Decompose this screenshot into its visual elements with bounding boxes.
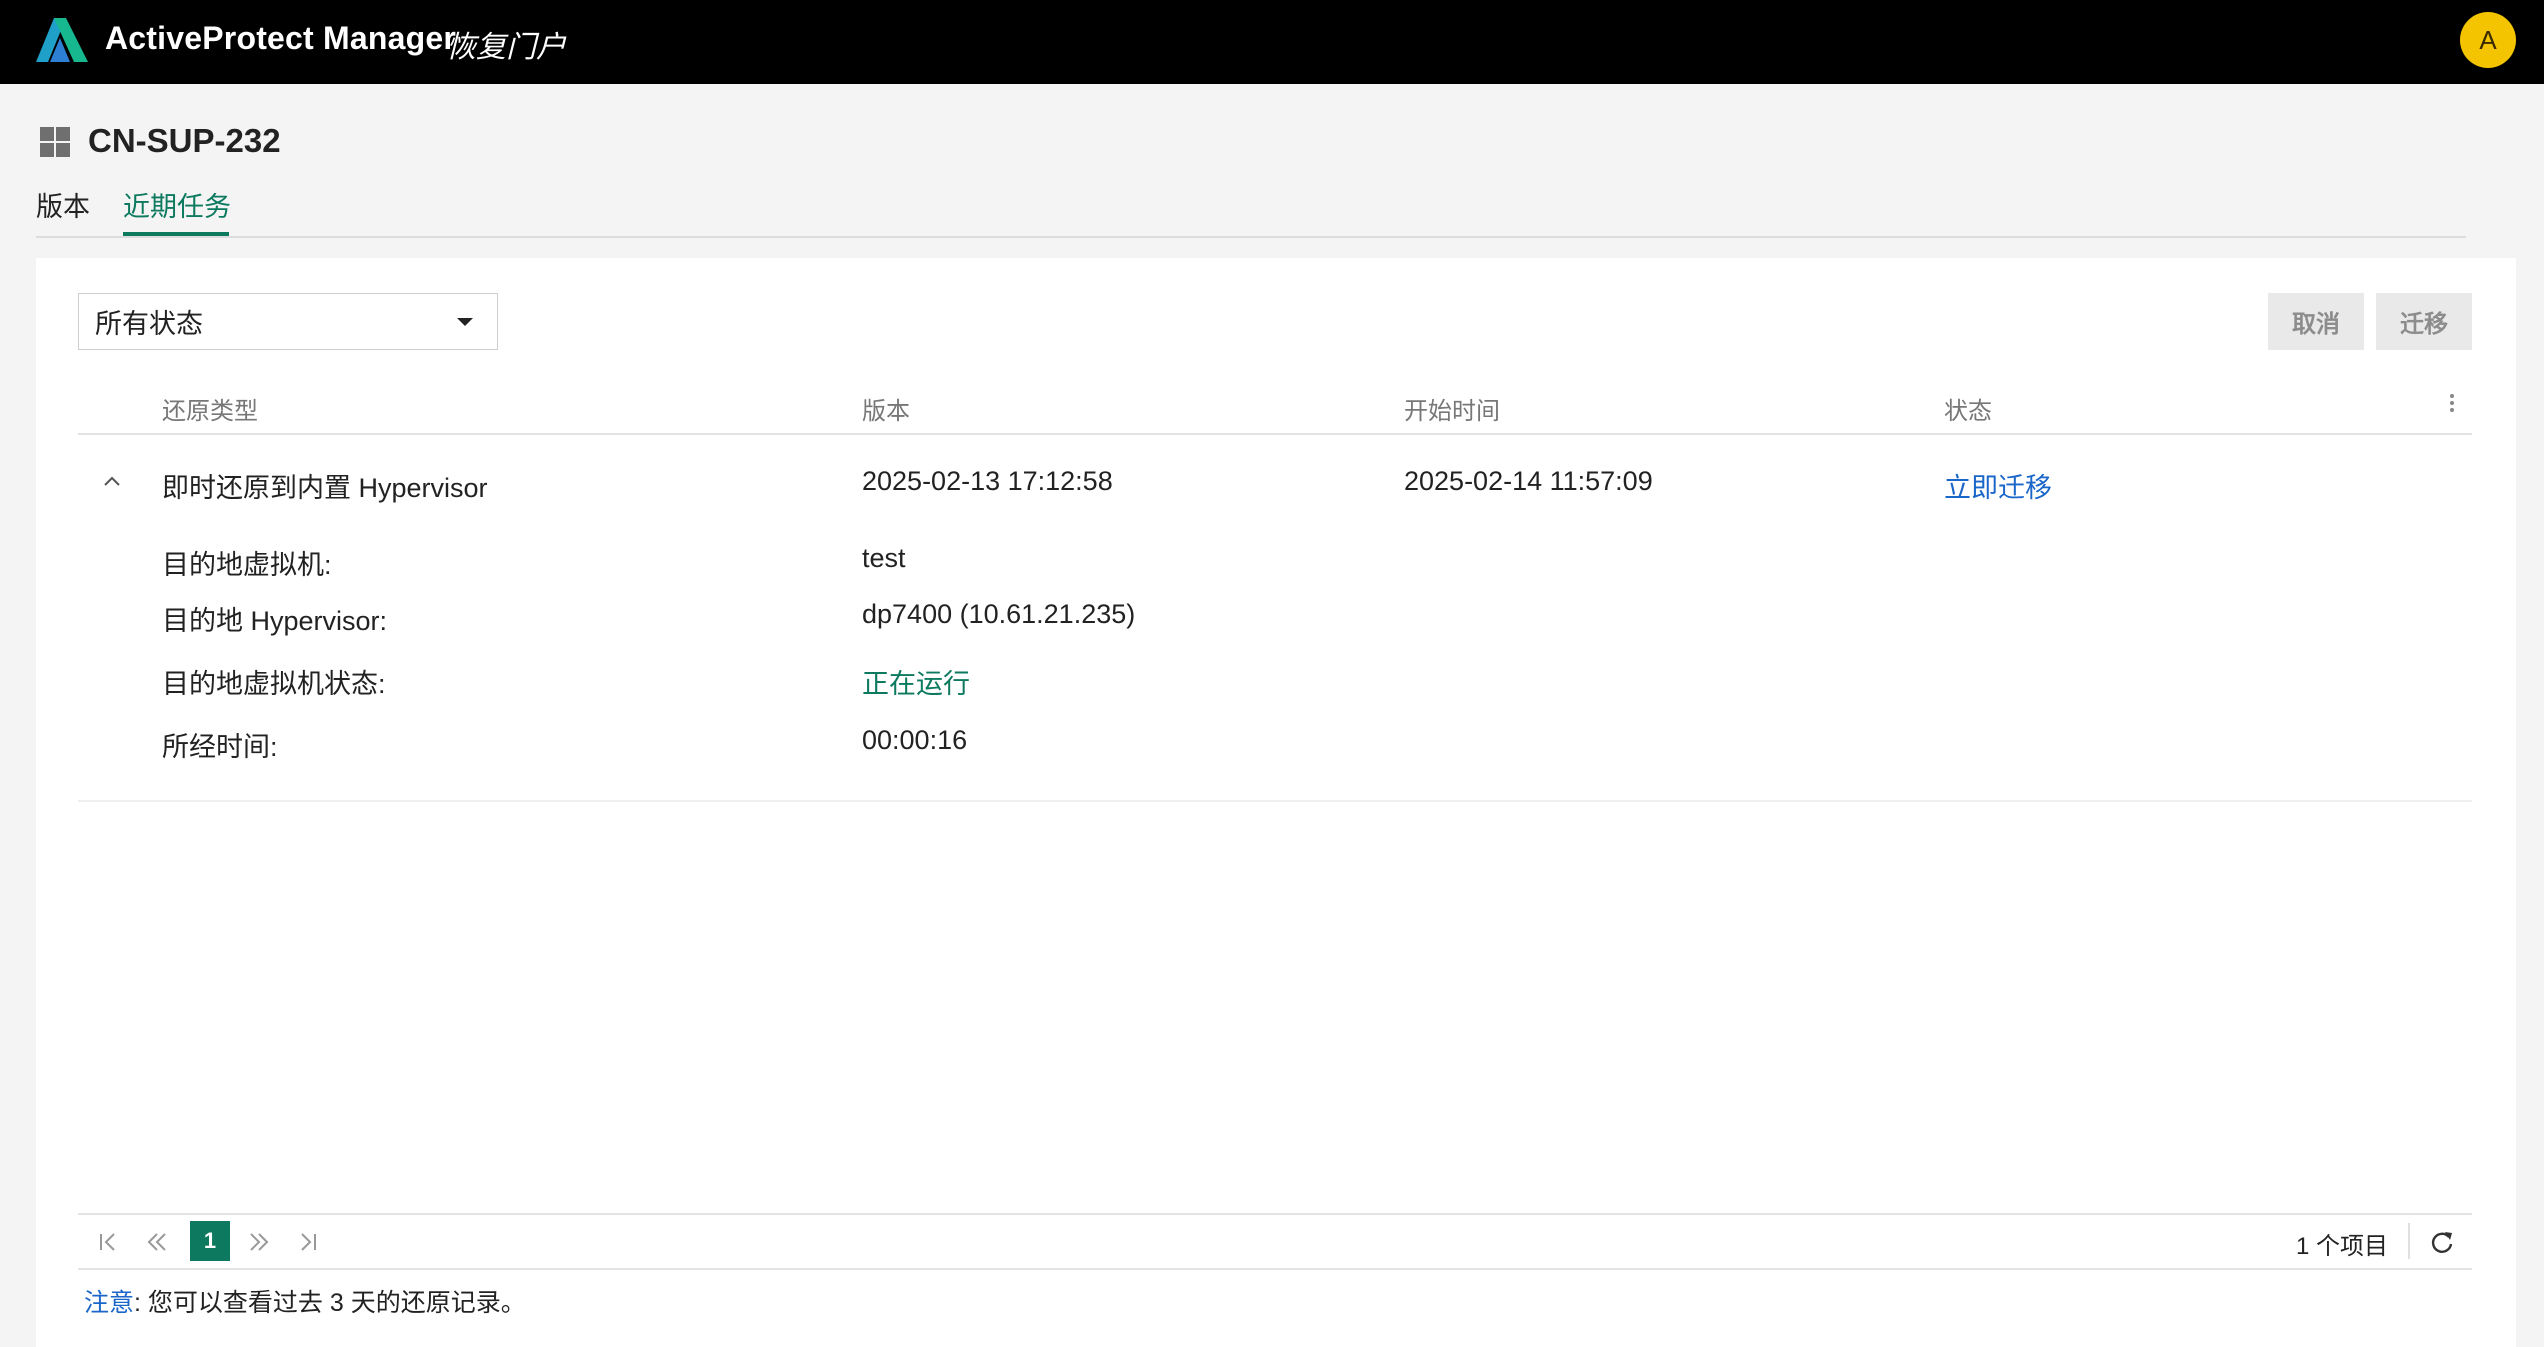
column-header-version[interactable]: 版本 [862, 391, 910, 426]
pagination-top-divider [78, 1213, 2472, 1215]
activeprotect-logo-icon [36, 18, 88, 62]
detail-value-elapsed: 00:00:16 [862, 725, 968, 755]
detail-label-dest-hypervisor: 目的地 Hypervisor: [162, 606, 388, 636]
caret-down-icon [457, 318, 473, 326]
user-avatar[interactable]: A [2460, 12, 2516, 68]
pagination-divider [2408, 1223, 2410, 1259]
kebab-menu-icon[interactable] [2448, 394, 2456, 416]
footer-note-label: 注意 [84, 1289, 135, 1317]
current-page-button[interactable]: 1 [190, 1221, 230, 1261]
tab-versions[interactable]: 版本 [36, 185, 90, 224]
pagination-bottom-divider [78, 1268, 2472, 1270]
next-page-icon[interactable] [242, 1225, 276, 1259]
page-title: CN-SUP-232 [88, 122, 281, 159]
refresh-icon[interactable] [2428, 1228, 2456, 1256]
top-header-bar: ActiveProtect Manager 恢复门户 A [0, 0, 2544, 84]
tabs-divider [36, 236, 2466, 238]
row-status-migrate-link[interactable]: 立即迁移 [1944, 466, 2052, 505]
status-filter-value: 所有状态 [95, 309, 203, 339]
tab-recent-tasks[interactable]: 近期任务 [123, 185, 231, 224]
column-header-status[interactable]: 状态 [1944, 391, 1992, 426]
app-title: ActiveProtect Manager [105, 20, 456, 56]
grid-icon [40, 127, 72, 159]
item-count: 1 个项目 [2296, 1233, 2389, 1260]
last-page-icon[interactable] [290, 1225, 324, 1259]
detail-value-dest-hypervisor: dp7400 (10.61.21.235) [862, 599, 1136, 629]
footer-note: 注意: 您可以查看过去 3 天的还原记录。 [84, 1283, 526, 1319]
column-header-restore-type[interactable]: 还原类型 [162, 391, 258, 426]
cancel-button[interactable]: 取消 [2268, 293, 2364, 350]
row-start-time: 2025-02-14 11:57:09 [1404, 466, 1653, 496]
detail-label-vm-state: 目的地虚拟机状态: [162, 669, 386, 699]
first-page-icon[interactable] [92, 1225, 126, 1259]
detail-value-vm-state: 正在运行 [862, 669, 970, 699]
recent-tasks-panel: 所有状态 取消 迁移 还原类型 版本 开始时间 状态 即时还原到内置 Hyper… [36, 258, 2516, 1347]
detail-label-dest-vm: 目的地虚拟机: [162, 550, 332, 580]
app-subtitle: 恢复门户 [446, 31, 566, 64]
row-restore-type: 即时还原到内置 Hypervisor [162, 473, 488, 503]
detail-label-elapsed: 所经时间: [162, 732, 278, 762]
migrate-button[interactable]: 迁移 [2376, 293, 2472, 350]
footer-note-text: : 您可以查看过去 3 天的还原记录。 [134, 1289, 526, 1317]
row-version: 2025-02-13 17:12:58 [862, 466, 1113, 496]
row-divider [78, 800, 2472, 802]
status-filter-dropdown[interactable]: 所有状态 [78, 293, 498, 350]
prev-page-icon[interactable] [140, 1225, 174, 1259]
detail-value-dest-vm: test [862, 543, 906, 573]
column-header-start-time[interactable]: 开始时间 [1404, 391, 1500, 426]
table-header-divider [78, 433, 2472, 435]
chevron-up-icon[interactable] [102, 474, 122, 488]
